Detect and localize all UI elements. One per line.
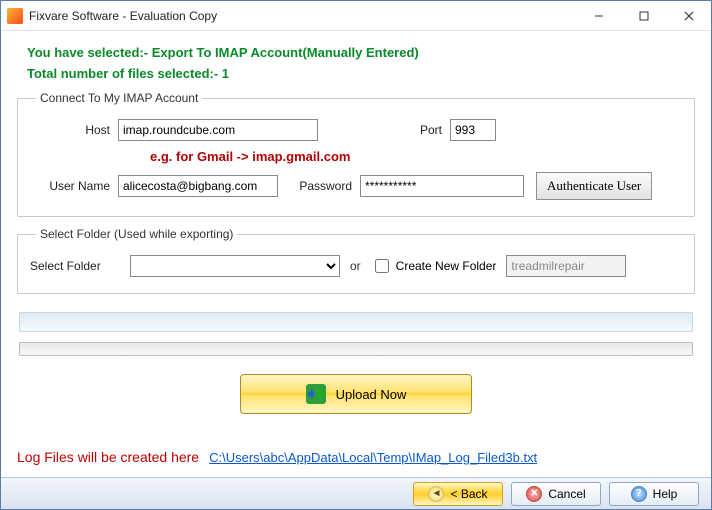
info-count-line: Total number of files selected:- 1 [27,66,695,81]
cancel-icon: ✕ [526,486,542,502]
select-folder-dropdown[interactable] [130,255,340,277]
gmail-hint: e.g. for Gmail -> imap.gmail.com [150,149,682,164]
close-button[interactable] [666,1,711,31]
authenticate-button[interactable]: Authenticate User [536,172,652,200]
select-folder-label: Select Folder [30,259,120,273]
or-label: or [350,259,361,273]
status-bar [19,312,693,332]
help-button[interactable]: ? Help [609,482,699,506]
username-input[interactable] [118,175,278,197]
cancel-button-label: Cancel [548,487,585,501]
app-icon [7,8,23,24]
host-label: Host [30,123,110,137]
password-label: Password [286,179,352,193]
upload-button[interactable]: Upload Now [240,374,472,414]
back-button[interactable]: ◄ < Back [413,482,503,506]
back-button-label: < Back [450,487,487,501]
imap-group-legend: Connect To My IMAP Account [36,91,202,105]
log-line: Log Files will be created here C:\Users\… [17,449,537,465]
info-export-line: You have selected:- Export To IMAP Accou… [27,45,695,60]
window-title: Fixvare Software - Evaluation Copy [29,9,217,23]
create-folder-checkbox-wrap[interactable]: Create New Folder [371,256,497,276]
upload-icon [306,384,326,404]
log-path-link[interactable]: C:\Users\abc\AppData\Local\Temp\IMap_Log… [209,450,537,465]
new-folder-input[interactable] [506,255,626,277]
footer: ◄ < Back ✕ Cancel ? Help [1,477,711,509]
minimize-button[interactable] [576,1,621,31]
maximize-button[interactable] [621,1,666,31]
cancel-button[interactable]: ✕ Cancel [511,482,601,506]
create-folder-label: Create New Folder [396,259,497,273]
folder-group: Select Folder (Used while exporting) Sel… [17,227,695,294]
folder-group-legend: Select Folder (Used while exporting) [36,227,237,241]
host-input[interactable] [118,119,318,141]
port-input[interactable] [450,119,496,141]
help-icon: ? [631,486,647,502]
username-label: User Name [30,179,110,193]
progress-bar [19,342,693,356]
help-button-label: Help [653,487,678,501]
create-folder-checkbox[interactable] [375,259,389,273]
titlebar: Fixvare Software - Evaluation Copy [1,1,711,31]
upload-button-label: Upload Now [336,387,407,402]
password-input[interactable] [360,175,524,197]
back-icon: ◄ [428,486,444,502]
log-label: Log Files will be created here [17,449,199,465]
port-label: Port [402,123,442,137]
imap-group: Connect To My IMAP Account Host Port e.g… [17,91,695,217]
